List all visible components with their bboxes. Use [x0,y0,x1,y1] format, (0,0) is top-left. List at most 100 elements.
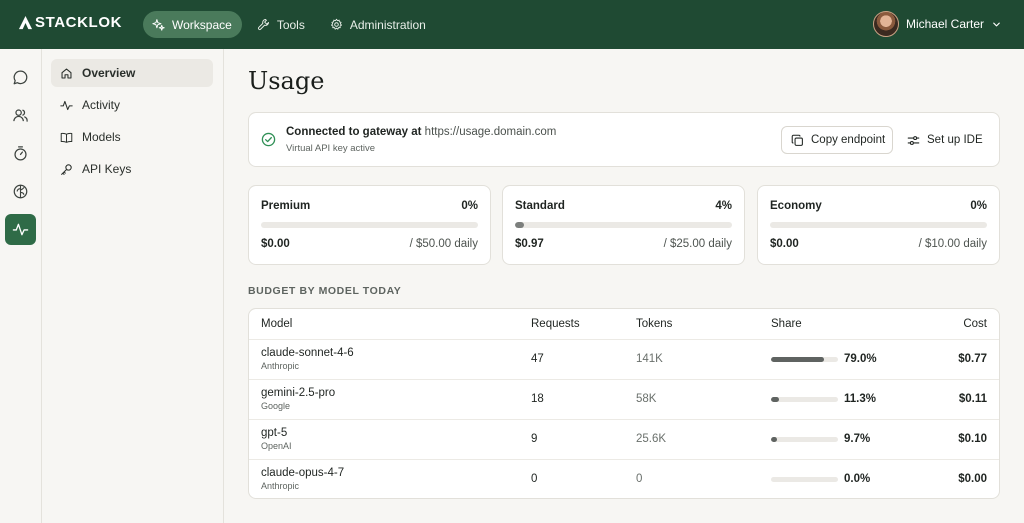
gateway-title: Connected to gateway at https://usage.do… [286,126,556,138]
check-circle-icon [261,132,276,147]
rail-chat-button[interactable] [5,62,36,93]
share-bar [771,397,838,402]
activity-icon [12,223,29,236]
share-percent: 0.0% [844,473,871,485]
tier-progress-bar [261,222,478,228]
copy-icon [791,134,803,146]
share-percent: 9.7% [844,433,871,445]
copy-endpoint-button[interactable]: Copy endpoint [781,126,893,154]
table-row[interactable]: claude-sonnet-4-6 Anthropic 47 141K 79.0… [249,339,999,379]
table-row[interactable]: claude-opus-4-7 Anthropic 0 0 0.0% $0.00 [249,459,999,498]
main-content: Usage Connected to gateway at https://us… [224,49,1024,523]
nav-administration[interactable]: Administration [321,11,436,38]
users-icon [13,109,28,122]
sparkles-icon [152,19,165,31]
model-provider: Anthropic [261,481,300,491]
section-title: BUDGET BY MODEL TODAY [248,285,402,297]
book-icon [60,132,73,143]
set-up-ide-button[interactable]: Set up IDE [907,126,983,154]
model-provider: OpenAI [261,441,292,451]
share-bar [771,477,838,482]
wrench-icon [257,18,269,31]
model-name: claude-opus-4-7 [261,467,345,479]
icon-rail [0,49,42,523]
table-header-row: Model Requests Tokens Share Cost [249,309,999,339]
subnav-activity-label: Activity [82,98,121,112]
brain-icon [13,184,28,199]
cost-cell: $0.10 [958,433,987,445]
tokens-cell: 25.6K [636,433,667,445]
rail-activity-button[interactable] [5,214,36,245]
top-bar: STACKLOK Workspace Tools Administration … [0,0,1024,49]
activity-icon [60,100,73,110]
subnav-models[interactable]: Models [51,123,213,151]
model-provider: Google [261,401,291,411]
tier-name: Economy [770,200,822,212]
nav-workspace-label: Workspace [172,17,232,32]
nav-workspace[interactable]: Workspace [143,11,242,38]
tier-spent: $0.00 [770,238,799,250]
tier-card-economy: Economy 0% $0.00 / $10.00 daily [757,185,1000,265]
tokens-cell: 0 [636,473,643,485]
tier-card-standard: Standard 4% $0.97 / $25.00 daily [502,185,745,265]
model-cell: gpt-5 OpenAI [261,427,292,451]
tier-progress-bar [770,222,987,228]
column-header-requests: Requests [531,318,580,330]
home-icon [61,68,72,78]
tier-name: Premium [261,200,311,212]
rail-timer-button[interactable] [5,138,36,169]
gateway-subtitle: Virtual API key active [286,143,376,154]
tier-card-premium: Premium 0% $0.00 / $50.00 daily [248,185,491,265]
brand-logo[interactable]: STACKLOK [18,14,122,31]
tier-limit: / $10.00 daily [918,238,987,250]
subnav-api-keys-label: API Keys [82,162,132,176]
share-bar [771,437,838,442]
nav-administration-label: Administration [349,17,426,32]
gateway-url: https://usage.domain.com [424,126,557,138]
model-provider: Anthropic [261,361,300,371]
cost-cell: $0.00 [958,473,987,485]
requests-cell: 47 [531,353,544,365]
model-cell: claude-sonnet-4-6 Anthropic [261,347,354,371]
timer-icon [14,146,27,161]
rail-brain-button[interactable] [5,176,36,207]
gateway-title-label: Connected to gateway at [286,126,422,138]
brand-name: STACKLOK [35,14,123,31]
share-bar-fill [771,397,779,402]
tier-name: Standard [515,200,565,212]
requests-cell: 0 [531,473,538,485]
cost-cell: $0.77 [958,353,987,365]
copy-endpoint-label: Copy endpoint [811,134,886,146]
subnav-overview[interactable]: Overview [51,59,213,87]
column-header-share: Share [771,318,802,330]
share-bar-fill [771,357,824,362]
tokens-cell: 58K [636,393,657,405]
budget-table: Model Requests Tokens Share Cost claude-… [248,308,1000,499]
table-row[interactable]: gpt-5 OpenAI 9 25.6K 9.7% $0.10 [249,419,999,459]
requests-cell: 9 [531,433,538,445]
tier-limit: / $50.00 daily [409,238,478,250]
table-row[interactable]: gemini-2.5-pro Google 18 58K 11.3% $0.11 [249,379,999,419]
share-bar [771,357,838,362]
model-name: gemini-2.5-pro [261,387,336,399]
sub-navigation: Overview Activity Models API Keys [42,49,224,523]
model-cell: claude-opus-4-7 Anthropic [261,467,344,491]
avatar [872,11,899,37]
nav-tools-label: Tools [276,17,305,32]
tier-spent: $0.00 [261,238,290,250]
user-name: Michael Carter [905,17,984,31]
subnav-api-keys[interactable]: API Keys [51,155,213,183]
model-cell: gemini-2.5-pro Google [261,387,335,411]
user-menu[interactable]: Michael Carter [872,11,1002,37]
gear-icon [330,18,342,30]
tier-progress-bar [515,222,732,228]
nav-tools[interactable]: Tools [248,11,315,38]
gateway-status-card: Connected to gateway at https://usage.do… [248,112,1000,167]
model-name: gpt-5 [261,427,288,439]
rail-users-button[interactable] [5,100,36,131]
share-bar-fill [771,437,778,442]
subnav-activity[interactable]: Activity [51,91,213,119]
cost-cell: $0.11 [958,393,987,405]
set-up-ide-label: Set up IDE [927,134,983,146]
share-percent: 79.0% [844,353,877,365]
